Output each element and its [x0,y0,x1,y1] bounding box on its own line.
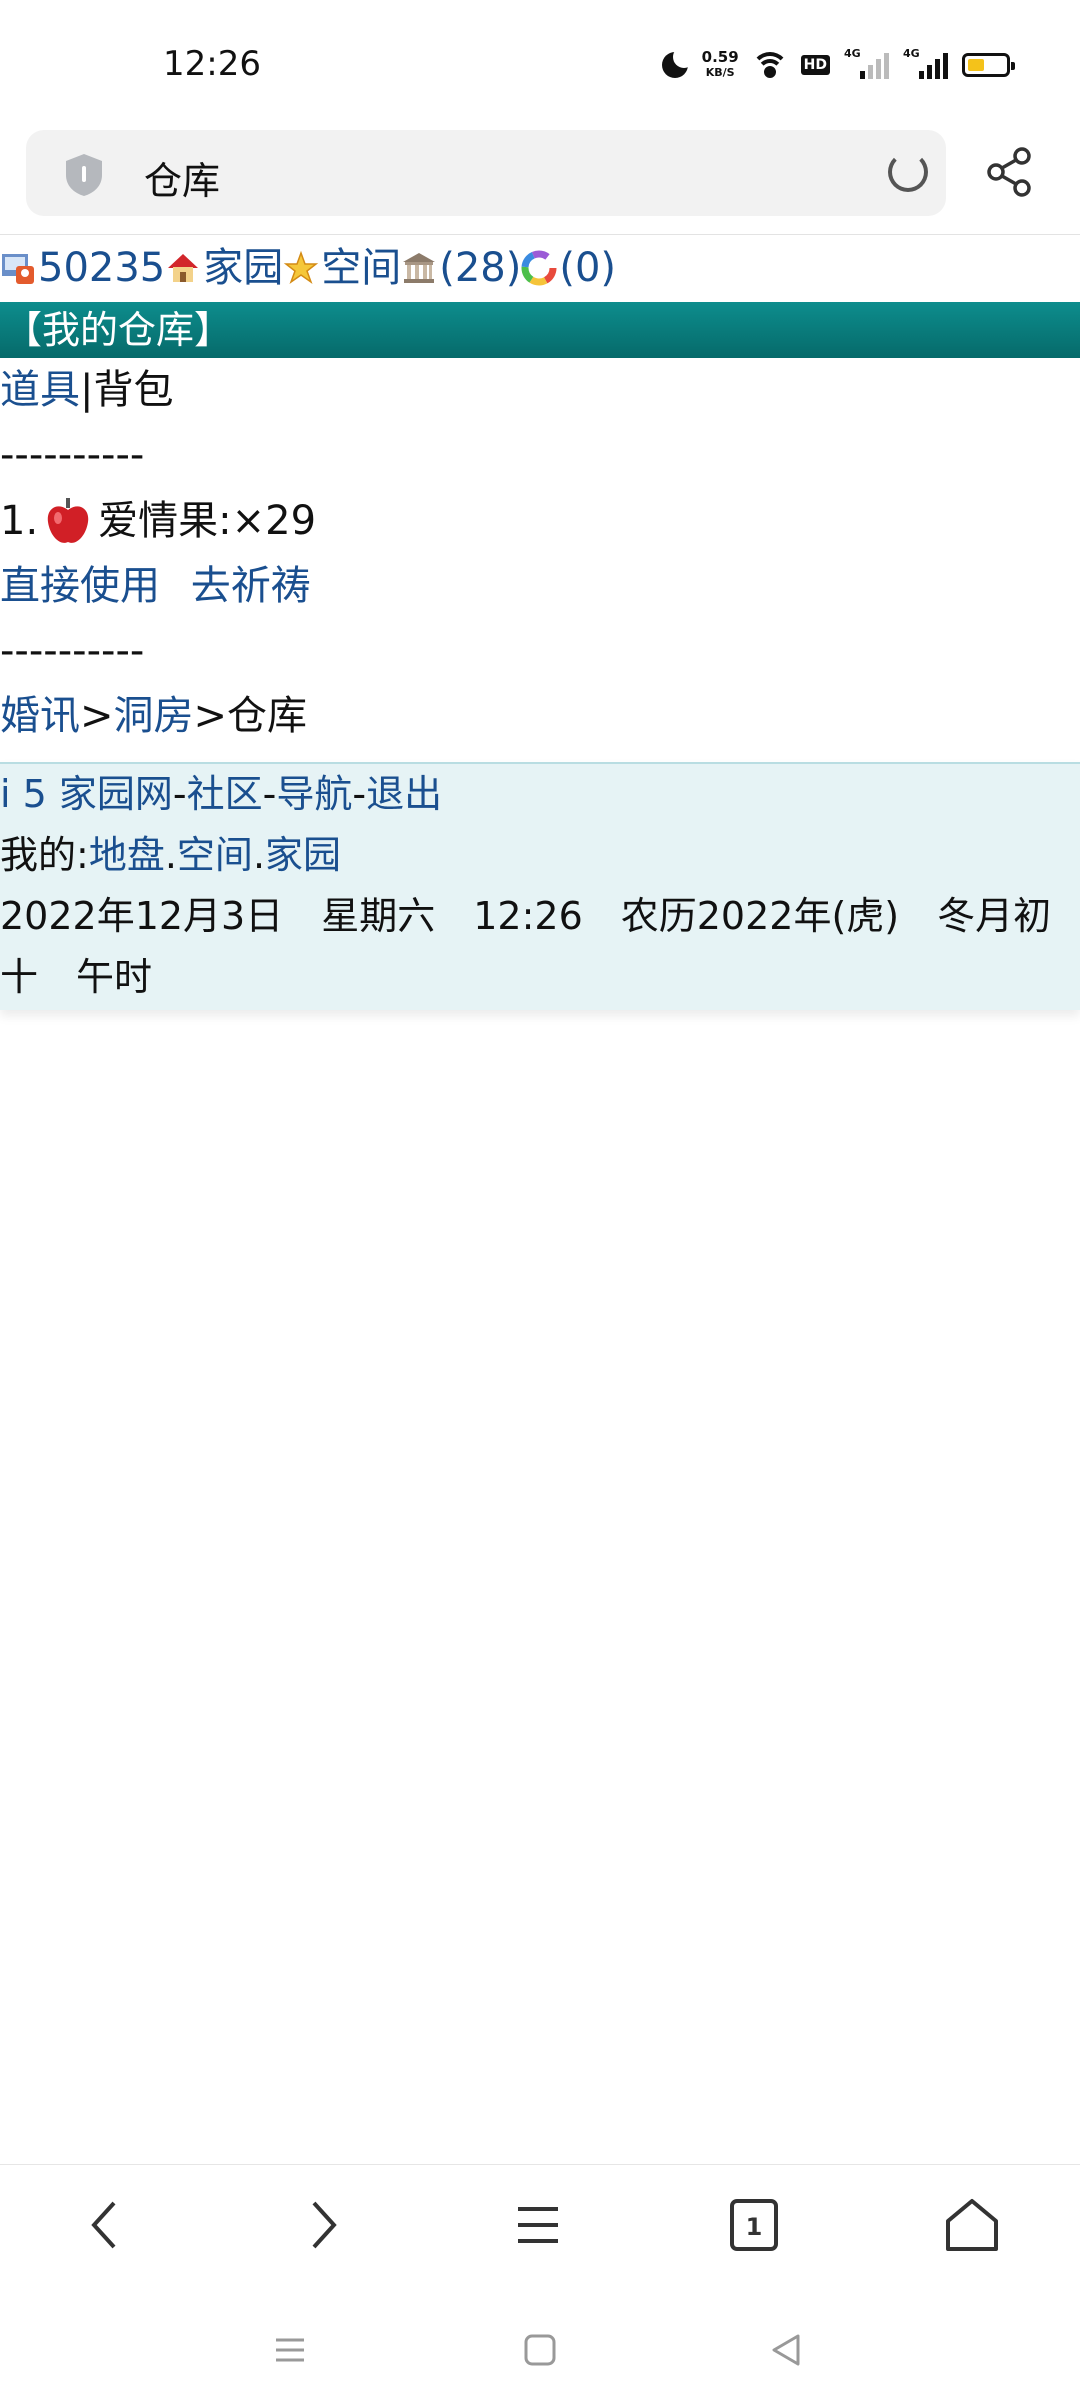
item-actions: 直接使用 去祈祷 [0,554,1080,618]
breadcrumb: 婚讯>洞房>仓库 [0,684,1080,748]
footer-links: i 5 家园网-社区-导航-退出 [0,764,1080,825]
breadcrumb-bridal-room[interactable]: 洞房 [114,693,194,739]
user-id-link[interactable]: 50235 [38,236,165,300]
status-bar: 12:26 0.59 KB/S HD 4G 4G [0,0,1080,130]
color-wheel-icon[interactable] [521,250,557,286]
signal-label-2: 4G [903,47,920,60]
page-content: 50235 家园 空间 (28) (0) 【我的仓库】 道具|背包 ------… [0,236,1080,748]
home-nav-icon[interactable] [940,2193,1004,2257]
logout-link[interactable]: 退出 [366,772,442,816]
go-pray-link[interactable]: 去祈祷 [191,563,311,609]
hd-voice-icon: HD [800,55,830,75]
divider-dashes-2: ---------- [0,628,145,674]
system-nav-bar [0,2300,1080,2400]
tab-bag: 背包 [93,367,174,413]
browser-toolbar: 1 [0,2164,1080,2285]
site-footer: i 5 家园网-社区-导航-退出 我的:地盘.空间.家园 2022年12月3日 … [0,762,1080,1010]
signal-label-1: 4G [844,47,861,60]
status-icons: 0.59 KB/S HD 4G 4G [661,46,1015,80]
bank-count-link[interactable]: (28) [439,236,521,300]
do-not-disturb-icon [661,46,695,78]
home-button-icon[interactable] [520,2330,560,2370]
tab-props[interactable]: 道具 [0,367,80,413]
footer-dot-1: . [164,833,177,877]
battery-icon [962,53,1015,77]
item-name: 爱情果:×29 [98,498,317,544]
address-text[interactable]: 仓库 [144,150,220,205]
item-row: 1. 爱情果:×29 [0,488,1080,554]
battery-fill [968,59,984,71]
home-icon[interactable] [165,250,201,286]
net-speed-value: 0.59 [701,48,739,66]
apple-icon [47,498,89,543]
use-directly-link[interactable]: 直接使用 [0,563,160,609]
share-icon[interactable] [984,146,1036,198]
shield-icon[interactable] [60,151,108,199]
bank-icon[interactable] [401,250,437,286]
svg-text:1: 1 [746,2213,763,2241]
signal-icon-2: 4G [903,47,948,79]
tabs-icon[interactable]: 1 [722,2193,786,2257]
footer-space-link[interactable]: 空间 [177,833,253,877]
status-time: 12:26 [163,44,261,84]
signal-icon-1: 4G [844,47,889,79]
net-speed-unit: KB/S [705,66,735,79]
footer-dash-3: - [352,772,367,816]
address-bar[interactable]: 仓库 [26,130,946,216]
site-home-link[interactable]: i 5 家园网 [0,772,173,816]
breadcrumb-sep-1: > [80,693,114,739]
breadcrumb-current: 仓库 [227,693,308,739]
net-speed: 0.59 KB/S [702,50,739,80]
footer-home-link[interactable]: 家园 [265,833,341,877]
space-link[interactable]: 空间 [321,236,401,300]
footer-mine: 我的:地盘.空间.家园 [0,825,1080,886]
user-icon[interactable] [0,250,36,286]
color-count-link[interactable]: (0) [559,236,616,300]
reload-icon[interactable] [888,152,928,192]
navigation-link[interactable]: 导航 [276,772,352,816]
menu-icon[interactable] [506,2193,570,2257]
tab-separator: | [80,367,94,413]
address-divider [0,234,1080,235]
footer-date: 2022年12月3日 星期六 12:26 农历2022年(虎) 冬月初十 午时 [0,894,1052,999]
back-icon[interactable] [74,2193,138,2257]
breadcrumb-wedding[interactable]: 婚讯 [0,693,80,739]
item-index: 1. [0,498,39,544]
back-button-icon[interactable] [766,2330,806,2370]
breadcrumb-sep-2: > [193,693,228,739]
star-icon[interactable] [283,250,319,286]
community-link[interactable]: 社区 [187,772,263,816]
forward-icon[interactable] [290,2193,354,2257]
land-link[interactable]: 地盘 [89,833,165,877]
divider-dashes-1: ---------- [0,432,145,478]
home-link[interactable]: 家园 [203,236,283,300]
wifi-icon [752,52,787,78]
footer-dot-2: . [252,833,266,877]
footer-dash-1: - [172,772,187,816]
footer-dash-2: - [262,772,277,816]
recent-apps-icon[interactable] [270,2330,310,2370]
mine-label: 我的: [0,833,89,877]
tabs-row: 道具|背包 [0,358,1080,422]
top-nav-row: 50235 家园 空间 (28) (0) [0,236,1080,300]
page-title: 【我的仓库】 [0,302,1080,358]
